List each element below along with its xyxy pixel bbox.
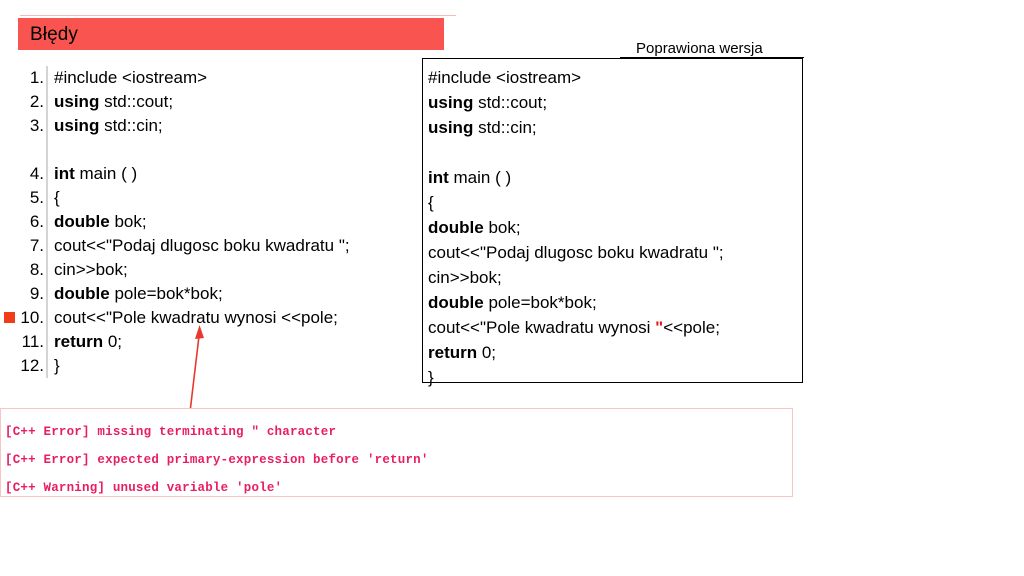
- code-keyword: using: [428, 118, 474, 137]
- listing-indent-rule: [46, 258, 48, 282]
- slide-canvas: Błędy 1. #include <iostream> 2. using std::…: [0, 0, 1024, 576]
- corrected-code-line: [428, 140, 802, 165]
- code-line-text: return 0;: [54, 332, 123, 351]
- line-number: 6.: [29, 212, 44, 231]
- listing-indent-rule: [46, 234, 48, 258]
- code-line-text: double bok;: [54, 212, 147, 231]
- listing-indent-rule: [46, 354, 48, 378]
- corrected-code-line: cout<<"Pole kwadratu wynosi "<<pole;: [428, 318, 720, 337]
- listing-indent-rule: [46, 210, 48, 234]
- error-marker-square-icon: [4, 312, 15, 323]
- code-keyword: double: [54, 284, 110, 303]
- line-number: 11.: [21, 332, 44, 351]
- code-keyword: return: [54, 332, 104, 351]
- line-number: 3.: [29, 116, 44, 135]
- line-number: 9.: [29, 284, 44, 303]
- slide-title-banner: Błędy: [18, 18, 444, 50]
- line-number: 8.: [29, 260, 44, 279]
- listing-indent-rule: [46, 330, 48, 354]
- corrected-code-line: cin>>bok;: [428, 268, 502, 287]
- code-line-text: cin>>bok;: [54, 260, 128, 279]
- code-keyword: double: [54, 212, 110, 231]
- listing-indent-rule: [46, 66, 48, 90]
- code-line-text: #include <iostream>: [54, 68, 208, 87]
- line-number: 1.: [29, 68, 44, 87]
- corrected-code-line: double pole=bok*bok;: [428, 293, 597, 312]
- code-keyword: int: [428, 168, 449, 187]
- corrected-version-heading: Poprawiona wersja: [440, 36, 804, 58]
- slide-title-text: Błędy: [30, 23, 79, 45]
- code-line: 2. using std::cout;: [18, 90, 418, 114]
- code-keyword: return: [428, 343, 478, 362]
- listing-indent-rule: [46, 90, 48, 114]
- compiler-error-box: [C++ Error] missing terminating " charac…: [0, 408, 793, 497]
- code-line-text: using std::cout;: [54, 92, 174, 111]
- corrected-code-line: int main ( ): [428, 168, 512, 187]
- code-keyword: using: [428, 93, 474, 112]
- code-line: [18, 138, 418, 162]
- code-line-text: cout<<"Podaj dlugosc boku kwadratu ";: [54, 236, 350, 255]
- corrected-code-line: cout<<"Podaj dlugosc boku kwadratu ";: [428, 243, 724, 262]
- corrected-code-line: using std::cout;: [428, 93, 548, 112]
- corrected-version-label: Poprawiona wersja: [636, 40, 763, 57]
- corrected-code-line: {: [428, 193, 434, 212]
- code-line: 4. int main ( ): [18, 162, 418, 186]
- code-line: 1. #include <iostream>: [18, 66, 418, 90]
- line-number: 5.: [29, 188, 44, 207]
- corrected-code-line: #include <iostream>: [428, 68, 582, 87]
- code-line-text: {: [54, 188, 60, 207]
- code-keyword: int: [54, 164, 75, 183]
- code-line-text: using std::cin;: [54, 116, 163, 135]
- corrected-code-line: return 0;: [428, 343, 497, 362]
- listing-indent-rule: [46, 162, 48, 186]
- corrected-code-line: double bok;: [428, 218, 521, 237]
- listing-indent-rule: [46, 282, 48, 306]
- code-line: 7. cout<<"Podaj dlugosc boku kwadratu ";: [18, 234, 418, 258]
- listing-indent-rule: [46, 138, 48, 162]
- top-divider-rule: [20, 15, 456, 16]
- code-line: 11. return 0;: [18, 330, 418, 354]
- code-line-text: }: [54, 356, 60, 375]
- code-line: 3. using std::cin;: [18, 114, 418, 138]
- compiler-message: [C++ Error] missing terminating " charac…: [5, 425, 337, 439]
- line-number: 12.: [20, 356, 44, 375]
- corrected-code-line: }: [428, 368, 434, 387]
- line-number: 7.: [29, 236, 44, 255]
- line-number: 4.: [29, 164, 44, 183]
- code-line: 8. cin>>bok;: [18, 258, 418, 282]
- code-line: 5. {: [18, 186, 418, 210]
- code-line: 12.}: [18, 354, 418, 378]
- corrected-code-line: using std::cin;: [428, 118, 537, 137]
- code-keyword: using: [54, 92, 100, 111]
- corrected-code-panel: #include <iostream> using std::cout; using…: [422, 58, 803, 387]
- code-line: 10. cout<<"Pole kwadratu wynosi <<pole;: [4, 306, 418, 330]
- code-line: 6. double bok;: [18, 210, 418, 234]
- code-line: 9. double pole=bok*bok;: [18, 282, 418, 306]
- annotation-arrow-icon: [189, 325, 204, 413]
- line-number: 2.: [29, 92, 44, 111]
- listing-indent-rule: [46, 306, 48, 330]
- code-keyword: double: [428, 218, 484, 237]
- buggy-code-listing: 1. #include <iostream>2. using std::cout;3…: [4, 66, 418, 378]
- code-keyword: using: [54, 116, 100, 135]
- code-keyword: double: [428, 293, 484, 312]
- line-number: 10.: [20, 308, 44, 327]
- compiler-message: [C++ Error] expected primary-expression …: [5, 453, 429, 467]
- code-line-text: int main ( ): [54, 164, 138, 183]
- listing-indent-rule: [46, 114, 48, 138]
- compiler-message: [C++ Warning] unused variable 'pole': [5, 481, 283, 495]
- code-line-text: cout<<"Pole kwadratu wynosi <<pole;: [54, 308, 338, 327]
- listing-indent-rule: [46, 186, 48, 210]
- code-line-text: double pole=bok*bok;: [54, 284, 223, 303]
- fixed-quote-highlight: ": [655, 318, 664, 337]
